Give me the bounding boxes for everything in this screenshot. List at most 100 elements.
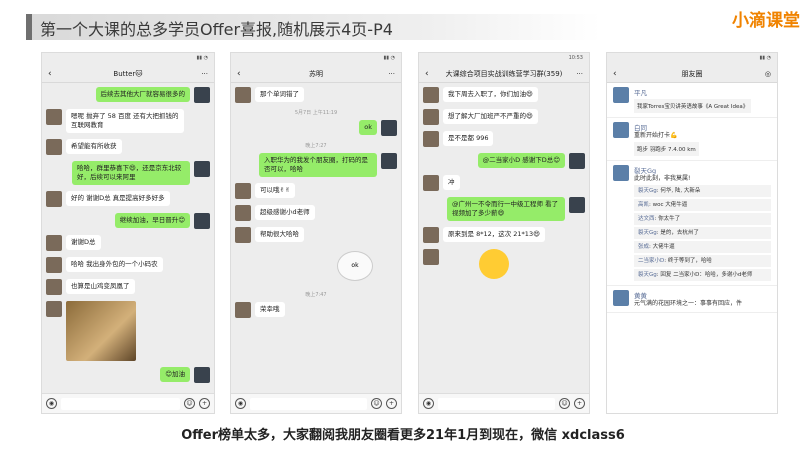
back-icon[interactable]: ‹ — [425, 69, 435, 79]
more-icon[interactable]: ··· — [385, 70, 395, 78]
phone-moments: ▮▮ ◔ ‹ 朋友圈 ◎ 平凡 我家Torres宝贝讲英语故事《A Great … — [606, 52, 778, 414]
message-row: 谢谢D总 — [46, 235, 210, 251]
avatar — [423, 227, 439, 243]
emoji-icon[interactable]: ☺ — [371, 398, 382, 409]
back-icon[interactable]: ‹ — [237, 69, 247, 79]
laughing-emoji — [479, 249, 509, 279]
comment: 二当家小D: 终于等到了，哈哈 — [634, 255, 771, 267]
dog-meme-image — [66, 301, 136, 361]
message-row: 也算是山鸡变凤凰了 — [46, 279, 210, 295]
message-bubble: 可以哦✌✌ — [255, 183, 296, 198]
moment-author[interactable]: 裂天Gg — [634, 165, 771, 175]
avatar — [194, 161, 210, 177]
comment-text: 何华, 陆, 大新朵 — [660, 188, 701, 194]
comments: 裂天Gg: 何华, 陆, 大新朵 高凯: woc 大佬牛逼 达文西: 你太牛了 … — [634, 185, 771, 281]
status-bar: 10:53 — [419, 53, 589, 65]
comment-text: 你太牛了 — [658, 216, 681, 222]
chat-title: Butter🐱 — [113, 69, 143, 78]
emoji-icon[interactable]: ☺ — [559, 398, 570, 409]
voice-icon[interactable]: ◉ — [235, 398, 246, 409]
status-bar: ▮▮ ◔ — [231, 53, 401, 65]
emoji-icon[interactable]: ☺ — [184, 398, 195, 409]
comment-author[interactable]: 张成 — [638, 244, 649, 250]
message-row: 超级感谢小d老师 — [235, 205, 397, 221]
plus-icon[interactable]: + — [574, 398, 585, 409]
avatar — [194, 213, 210, 229]
avatar — [235, 205, 251, 221]
message-bubble: 是不是都 996 — [443, 131, 494, 146]
message-bubble: 😊加油 — [160, 367, 190, 382]
chat-header: ‹ Butter🐱 ··· — [42, 65, 214, 83]
moments-header: ‹ 朋友圈 ◎ — [607, 65, 777, 83]
message-bubble: @二当家小D 感谢下D总😊 — [477, 153, 565, 168]
sticker-row: ok — [235, 249, 397, 287]
moment-link-card[interactable]: 跑步 羽跑步 7.4.00 km — [634, 142, 699, 156]
slide-caption: Offer榜单太多，大家翻阅我朋友圈看更多21年1月到现在，微信 xdclass… — [181, 428, 625, 443]
moment-author[interactable]: 平凡 — [634, 87, 751, 97]
moment-text: 元气满的花园环境之一：事事有回应，件 — [634, 300, 743, 307]
message-row: 希望能有所收获 — [46, 139, 210, 155]
back-icon[interactable]: ‹ — [48, 69, 58, 79]
camera-icon[interactable]: ◎ — [761, 70, 771, 78]
moment-text: 重新开始打卡💪 — [634, 132, 678, 139]
comment-author[interactable]: 高凯 — [638, 202, 649, 208]
message-bubble: 希望能有所收获 — [66, 139, 122, 154]
message-bubble: 想了解大厂加班严不严重的😄 — [443, 109, 538, 124]
message-input[interactable] — [61, 397, 180, 410]
avatar — [46, 191, 62, 207]
back-icon[interactable]: ‹ — [613, 69, 623, 79]
avatar — [46, 109, 62, 125]
moment-post[interactable]: 黄黄 元气满的花园环境之一：事事有回应，件 — [607, 286, 777, 313]
comment-author[interactable]: 裂天Gg — [638, 230, 657, 236]
message-row: 荣幸哦 — [235, 302, 397, 318]
comment-author[interactable]: 裂天Gg — [638, 272, 657, 278]
message-input[interactable] — [250, 397, 367, 410]
more-icon[interactable]: ··· — [573, 70, 583, 78]
message-bubble: 谢谢D总 — [66, 235, 101, 250]
moment-text: 此时此刻，非我莫属! — [634, 175, 691, 182]
avatar — [423, 249, 439, 265]
moments-title: 朋友圈 — [681, 69, 703, 78]
comment-text: woc 大佬牛逼 — [652, 202, 688, 208]
plus-icon[interactable]: + — [199, 398, 210, 409]
chat-list: 后续去其他大厂就容易很多的 嗯呢 抛弃了 58 百度 还有大把抓钱的互联网教育 … — [42, 83, 214, 393]
message-bubble: 后续去其他大厂就容易很多的 — [95, 87, 190, 102]
avatar — [423, 131, 439, 147]
avatar — [423, 175, 439, 191]
comment-author[interactable]: 裂天Gg — [638, 188, 657, 194]
voice-icon[interactable]: ◉ — [46, 398, 57, 409]
avatar — [569, 197, 585, 213]
avatar — [194, 367, 210, 383]
comment-author[interactable]: 二当家小D — [638, 258, 664, 264]
moment-post[interactable]: 裂天Gg 此时此刻，非我莫属! 裂天Gg: 何华, 陆, 大新朵 高凯: woc… — [607, 161, 777, 286]
message-input[interactable] — [438, 397, 555, 410]
moment-author[interactable]: 白同 — [634, 122, 699, 132]
moment-post[interactable]: 平凡 我家Torres宝贝讲英语故事《A Great Idea》 — [607, 83, 777, 118]
plus-icon[interactable]: + — [386, 398, 397, 409]
avatar — [235, 227, 251, 243]
avatar — [235, 183, 251, 199]
timestamp: 5月7日 上午11:19 — [294, 110, 338, 116]
message-row: 想了解大厂加班严不严重的😄 — [423, 109, 585, 125]
message-bubble: @广州一不令而行一中级工程师 看了视频加了多少薪😄 — [447, 197, 565, 221]
message-bubble: 好的 谢谢D总 真是提高好多好多 — [66, 191, 170, 206]
comment-text: 大佬牛逼 — [652, 244, 675, 250]
message-row: 😊加油 — [46, 367, 210, 383]
comment-author[interactable]: 达文西 — [638, 216, 655, 222]
timestamp: 晚上7:27 — [305, 143, 327, 149]
voice-icon[interactable]: ◉ — [423, 398, 434, 409]
avatar — [613, 165, 629, 181]
status-bar: ▮▮ ◔ — [607, 53, 777, 65]
avatar — [613, 122, 629, 138]
moment-link-card[interactable]: 我家Torres宝贝讲英语故事《A Great Idea》 — [634, 99, 752, 113]
avatar — [46, 235, 62, 251]
comment: 裂天Gg: 是的，去杭州了 — [634, 227, 771, 239]
chat-header: ‹ 大课综合项目实战训练营学习群(359) ··· — [419, 65, 589, 83]
input-bar: ◉ ☺ + — [42, 393, 214, 413]
more-icon[interactable]: ··· — [198, 70, 208, 78]
brand-logo: 小滴课堂 — [732, 11, 800, 31]
avatar — [613, 290, 629, 306]
moment-author[interactable]: 黄黄 — [634, 290, 742, 300]
moment-post[interactable]: 白同 重新开始打卡💪 跑步 羽跑步 7.4.00 km — [607, 118, 777, 161]
message-bubble: 帮助很大哈哈 — [255, 227, 304, 242]
